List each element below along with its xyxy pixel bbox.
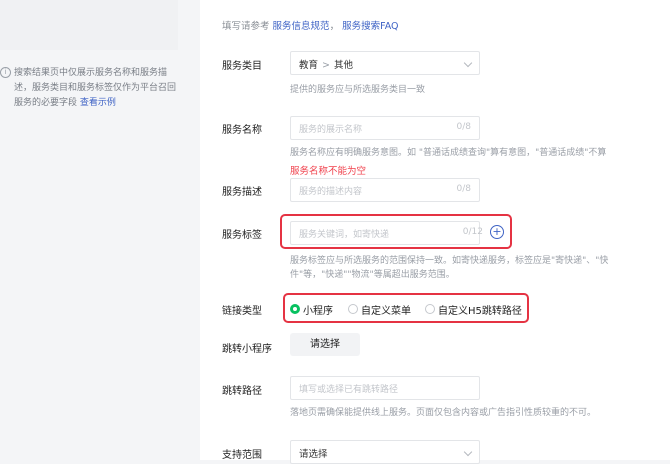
radio-unchecked-icon xyxy=(348,304,358,314)
chevron-down-icon xyxy=(463,447,473,457)
service-name-hint: 服务名称应有明确服务意图。如 "普通话成绩查询"算有意图，"普通话成绩"不算 xyxy=(290,148,607,158)
tag-highlight-box xyxy=(280,214,512,249)
info-icon: i xyxy=(0,67,11,78)
support-scope-select[interactable]: 请选择 xyxy=(290,440,480,464)
service-name-count: 0/8 xyxy=(456,122,471,132)
category-select[interactable]: 教育 > 其他 xyxy=(290,51,480,75)
category-label: 服务类目 xyxy=(222,61,262,72)
service-name-error: 服务名称不能为空 xyxy=(290,166,367,177)
service-desc-count: 0/8 xyxy=(456,184,471,194)
left-panel-top xyxy=(0,0,178,50)
form-panel: 填写请参考 服务信息规范， 服务搜索FAQ 服务类目 教育 > 其他 提供的服务应与… xyxy=(200,0,670,464)
service-tag-hint-1: 服务标签应与所选服务的范围保持一致。如寄快递服务，标签应是"寄快递"、"快 xyxy=(290,256,609,266)
category-level1: 教育 xyxy=(299,60,319,71)
category-level2: 其他 xyxy=(333,60,353,71)
link-type-option-custom-menu[interactable]: 自定义菜单 xyxy=(348,302,411,317)
support-scope-label: 支持范围 xyxy=(222,450,262,461)
jump-path-input[interactable]: 填写或选择已有跳转路径 xyxy=(290,376,480,400)
select-miniprogram-button[interactable]: 请选择 xyxy=(290,333,360,356)
service-name-label: 服务名称 xyxy=(222,125,262,136)
service-desc-input[interactable]: 服务的描述内容 0/8 xyxy=(290,178,480,202)
chevron-down-icon xyxy=(463,58,473,68)
radio-checked-icon xyxy=(290,304,300,314)
reference-line: 填写请参考 服务信息规范， 服务搜索FAQ xyxy=(222,21,399,32)
radio-unchecked-icon xyxy=(425,304,435,314)
service-tag-hint-2: 件"等，"快递""物流"等属超出服务范围。 xyxy=(290,270,455,280)
service-name-input[interactable]: 服务的展示名称 0/8 xyxy=(290,116,480,140)
jump-path-hint: 落地页需确保能提供线上服务。页面仅包含内容或广告指引性质较重的不可。 xyxy=(290,408,597,418)
service-search-faq-link[interactable]: 服务搜索FAQ xyxy=(342,21,398,32)
service-tag-label: 服务标签 xyxy=(222,230,262,241)
service-info-spec-link[interactable]: 服务信息规范 xyxy=(273,21,330,32)
jump-miniprogram-label: 跳转小程序 xyxy=(222,344,272,355)
link-type-label: 链接类型 xyxy=(222,306,262,317)
view-example-link[interactable]: 查看示例 xyxy=(80,98,116,108)
category-separator: > xyxy=(322,60,330,71)
jump-path-label: 跳转路径 xyxy=(222,386,262,397)
link-type-option-miniprogram[interactable]: 小程序 xyxy=(290,302,333,317)
link-type-option-custom-h5[interactable]: 自定义H5跳转路径 xyxy=(425,302,522,317)
service-desc-label: 服务描述 xyxy=(222,187,262,198)
category-hint: 提供的服务应与所选服务类目一致 xyxy=(290,85,426,95)
